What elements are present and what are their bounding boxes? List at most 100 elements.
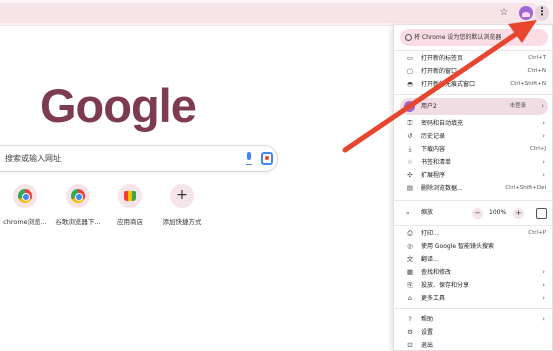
puzzle-icon: ✣ xyxy=(407,171,413,179)
exit-icon: ⊡ xyxy=(407,341,413,349)
menu-item-exit[interactable]: ⊡ 退出 xyxy=(394,339,553,351)
menu-item-label: 使用 Google 智能镜头搜索 xyxy=(421,243,494,250)
menu-item-label: 历史记录 xyxy=(421,133,446,140)
shortcut-text: Ctrl+Shift+N xyxy=(510,81,546,87)
banner-label: 将 Chrome 设为您的默认浏览器 xyxy=(414,34,502,41)
google-lens-icon[interactable] xyxy=(261,152,273,165)
menu-item-label: 更多工具 xyxy=(421,295,446,302)
menu-item-downloads[interactable]: ⤓ 下载内容 Ctrl+J xyxy=(394,143,553,156)
search-input[interactable]: 搜索或输入网址 xyxy=(5,153,61,164)
menu-item-history[interactable]: ↺ 历史记录 › xyxy=(394,130,553,143)
menu-item-more-tools[interactable]: ⌂ 更多工具 › xyxy=(394,292,553,305)
menu-item-incognito[interactable]: ◓ 打开新的无痕式窗口 Ctrl+Shift+N xyxy=(394,78,553,91)
menu-item-label: 打开新的标签页 xyxy=(421,55,464,62)
trash-icon: ▤ xyxy=(406,184,414,192)
default-browser-banner[interactable]: 将 Chrome 设为您的默认浏览器 xyxy=(400,29,548,46)
shortcut-icon xyxy=(118,184,142,208)
printer-icon: ⎙ xyxy=(407,229,413,237)
chrome-menu: 将 Chrome 设为您的默认浏览器 ▭ 打开新的标签页 Ctrl+T ▢ 打开… xyxy=(393,24,553,351)
google-logo: Google xyxy=(40,79,197,132)
chevron-right-icon: › xyxy=(542,315,545,323)
menu-item-label: 下载内容 xyxy=(421,146,446,153)
chevron-right-icon: › xyxy=(542,268,545,276)
chevron-right-icon: › xyxy=(542,158,545,166)
menu-item-bookmarks[interactable]: ☆ 书签和清单 › xyxy=(394,156,553,169)
microphone-icon[interactable] xyxy=(245,152,253,166)
incognito-icon: ◓ xyxy=(407,80,413,88)
help-icon: ? xyxy=(408,315,412,323)
menu-item-label: 设置 xyxy=(421,329,434,336)
chevron-right-icon: › xyxy=(542,294,545,302)
divider xyxy=(394,225,553,226)
menu-item-extensions[interactable]: ✣ 扩展程序 › xyxy=(394,169,553,182)
menu-item-label: 帮助 xyxy=(421,316,434,323)
sign-in-status: 未登录 xyxy=(509,103,526,109)
lens-icon: ◎ xyxy=(407,242,413,250)
shortcut-icon: + xyxy=(170,184,194,208)
find-icon: ▦ xyxy=(406,268,414,276)
divider xyxy=(394,50,553,51)
menu-item-profile[interactable]: 用户2 未登录 › xyxy=(400,98,548,115)
translate-icon: 文 xyxy=(406,255,414,263)
menu-item-print[interactable]: ⎙ 打印... Ctrl+P xyxy=(394,227,553,240)
menu-item-label: 翻译... xyxy=(421,256,439,263)
menu-item-google-lens[interactable]: ◎ 使用 Google 智能镜头搜索 xyxy=(394,240,553,253)
shortcut-text: Ctrl+J xyxy=(529,146,546,152)
browser-toolbar: ☆ ⋮ xyxy=(0,0,553,26)
plus-icon: + xyxy=(176,187,188,203)
menu-item-cast-save-share[interactable]: ⎘ 投放、保存和分享 › xyxy=(394,279,553,292)
history-icon: ↺ xyxy=(407,132,413,140)
shortcut-label: 添加快捷方式 xyxy=(162,218,202,226)
menu-item-new-tab[interactable]: ▭ 打开新的标签页 Ctrl+T xyxy=(394,52,553,65)
menu-item-label: 密码和自动填充 xyxy=(421,120,464,127)
fullscreen-icon[interactable] xyxy=(536,208,547,219)
shortcut-text: Ctrl+T xyxy=(528,55,546,61)
chrome-menu-button[interactable]: ⋮ xyxy=(535,5,549,21)
menu-item-translate[interactable]: 文 翻译... xyxy=(394,253,553,266)
profile-avatar-icon[interactable] xyxy=(519,6,533,20)
menu-item-label: 删除浏览数据... xyxy=(421,185,463,192)
profile-name: 用户2 xyxy=(421,103,437,110)
shortcut-text: Ctrl+P xyxy=(528,230,546,236)
zoom-level: 100% xyxy=(489,209,507,216)
new-tab-icon: ▭ xyxy=(406,54,414,62)
menu-item-help[interactable]: ? 帮助 › xyxy=(394,313,553,326)
shortcut-text: Ctrl+N xyxy=(527,68,546,74)
menu-item-new-window[interactable]: ▢ 打开新的窗口 Ctrl+N xyxy=(394,65,553,78)
menu-item-label: 书签和清单 xyxy=(421,159,452,166)
chevron-right-icon: › xyxy=(542,119,545,127)
chrome-logo-icon xyxy=(71,189,85,203)
chrome-logo-icon xyxy=(18,189,32,203)
zoom-icon: ⌕ xyxy=(406,209,410,217)
zoom-in-button[interactable]: + xyxy=(513,208,524,219)
menu-item-clear-data[interactable]: ▤ 删除浏览数据... Ctrl+Shift+Del xyxy=(394,182,553,195)
gear-icon: ⚙ xyxy=(407,328,413,336)
chevron-right-icon: › xyxy=(541,102,544,110)
download-icon: ⤓ xyxy=(408,145,412,153)
key-icon: ⚿ xyxy=(407,119,413,127)
shortcut-icon xyxy=(66,184,90,208)
menu-item-label: 打开新的无痕式窗口 xyxy=(421,81,476,88)
menu-item-label: 退出 xyxy=(421,342,434,349)
zoom-out-button[interactable]: − xyxy=(472,208,483,219)
chevron-right-icon: › xyxy=(542,132,545,140)
chrome-icon xyxy=(405,34,412,41)
divider xyxy=(394,94,553,95)
divider xyxy=(394,200,553,201)
web-store-icon xyxy=(124,191,136,201)
menu-item-passwords[interactable]: ⚿ 密码和自动填充 › xyxy=(394,117,553,130)
menu-item-find-edit[interactable]: ▦ 查找和修改 › xyxy=(394,266,553,279)
new-window-icon: ▢ xyxy=(406,67,414,75)
shortcut-icon xyxy=(13,184,37,208)
menu-item-settings[interactable]: ⚙ 设置 xyxy=(394,326,553,339)
chevron-right-icon: › xyxy=(542,171,545,179)
divider xyxy=(394,308,553,309)
share-icon: ⎘ xyxy=(407,281,413,289)
search-box[interactable]: 搜索或输入网址 xyxy=(0,145,278,172)
menu-item-label: 打印... xyxy=(421,230,439,237)
toolbox-icon: ⌂ xyxy=(407,294,413,302)
address-bar[interactable] xyxy=(0,3,540,23)
add-shortcut[interactable]: + 添加快捷方式 xyxy=(151,184,213,226)
bookmark-star-icon[interactable]: ☆ xyxy=(496,5,512,21)
menu-item-label: 投放、保存和分享 xyxy=(421,282,470,289)
